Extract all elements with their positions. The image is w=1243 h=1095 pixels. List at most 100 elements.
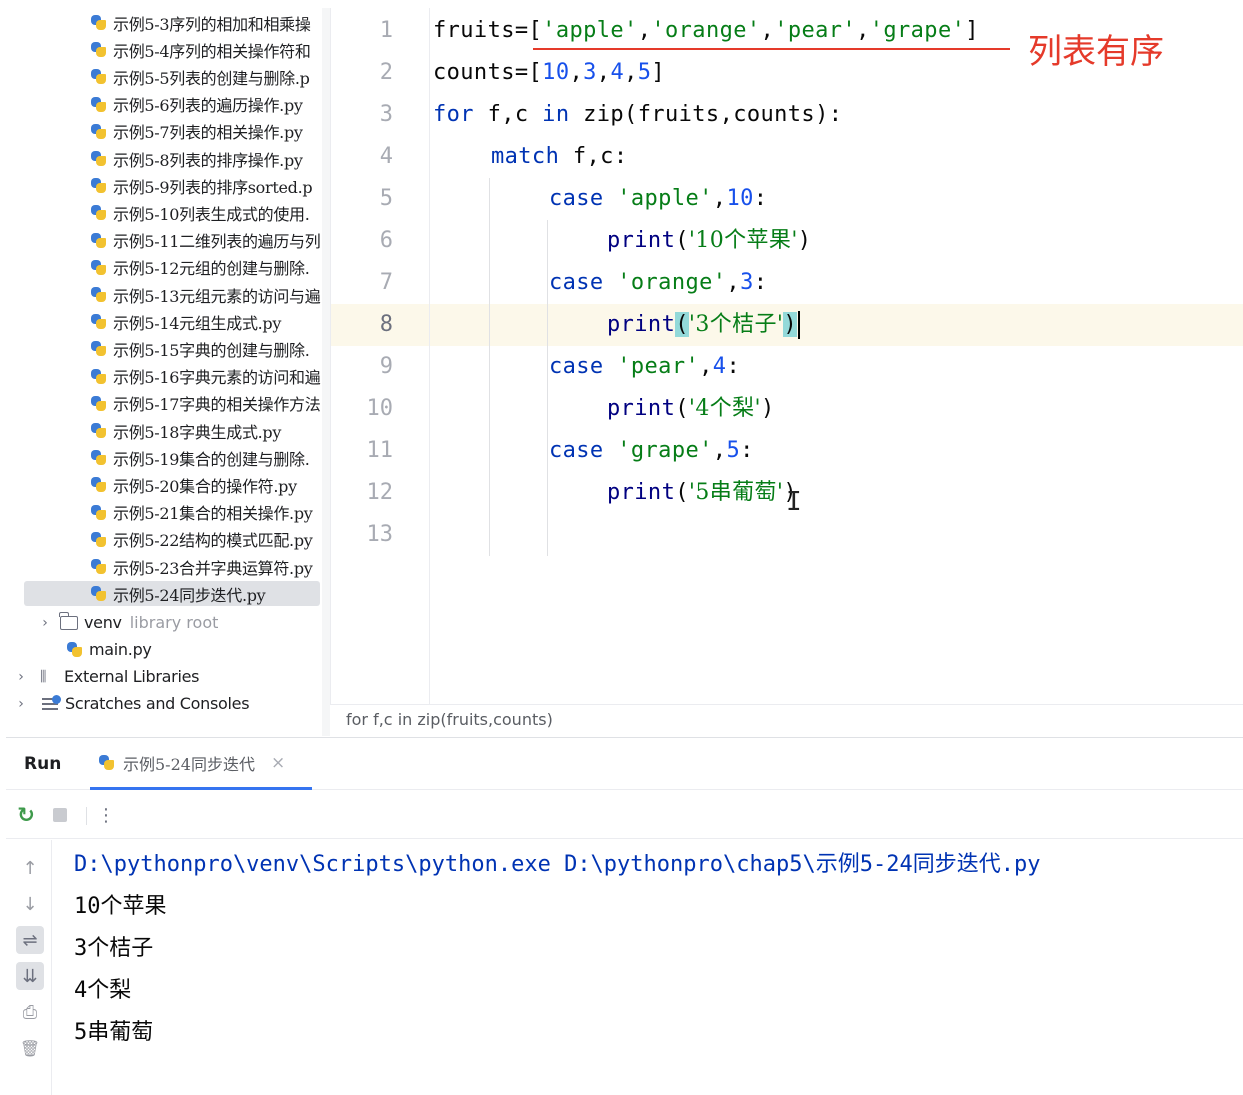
tree-item-venv[interactable]: › venv library root (6, 609, 330, 636)
file-label: 示例5-3序列的相加和相乘操 (113, 14, 311, 34)
tree-item-file[interactable]: 示例5-7列表的相关操作.py (6, 118, 330, 145)
toolbar-separator (86, 807, 87, 825)
stop-button[interactable] (48, 803, 72, 827)
run-tab[interactable]: 示例5-24同步迭代 × (90, 738, 312, 790)
tree-item-file[interactable]: 示例5-14元组生成式.py (6, 308, 330, 335)
tree-item-file[interactable]: 示例5-8列表的排序操作.py (6, 145, 330, 172)
code-line-12: print('5串葡萄') (607, 480, 798, 505)
print-icon[interactable]: ⎙ (16, 998, 44, 1026)
python-file-icon (90, 395, 107, 412)
matched-bracket-close: ) (783, 312, 798, 337)
file-label: 示例5-6列表的遍历操作.py (113, 96, 303, 116)
arrow-up-icon[interactable]: ↑ (16, 854, 44, 882)
python-file-icon (90, 68, 107, 85)
breadcrumb[interactable]: for f,c in zip(fruits,counts) (346, 710, 553, 729)
file-label: 示例5-24同步迭代.py (113, 585, 266, 605)
line-number: 9 (379, 354, 393, 379)
python-file-icon (90, 313, 107, 330)
text-cursor (798, 311, 801, 339)
run-title: Run (24, 754, 62, 774)
matched-bracket-open: ( (675, 312, 689, 337)
run-tool-window: Run 示例5-24同步迭代 × ↻ ⋮ ↑ ↓ ⇌ ⇊ ⎙ 🗑 D:\pyth… (6, 737, 1243, 1095)
file-label: 示例5-13元组元素的访问与遍 (113, 286, 321, 306)
console-output-line: 4个梨 (74, 978, 132, 1003)
tree-item-file[interactable]: 示例5-3序列的相加和相乘操 (6, 9, 330, 36)
line-number: 12 (366, 480, 394, 505)
scratches-label: Scratches and Consoles (65, 694, 250, 713)
file-label: 示例5-23合并字典运算符.py (113, 558, 313, 578)
python-file-icon (98, 754, 115, 771)
tree-item-file[interactable]: 示例5-10列表生成式的使用. (6, 199, 330, 226)
tree-item-file[interactable]: 示例5-16字典元素的访问和遍 (6, 363, 330, 390)
code-line-3: for f,c in zip(fruits,counts): (433, 102, 843, 127)
run-tab-bar: Run 示例5-24同步迭代 × (6, 738, 1243, 790)
code-line-5: case 'apple',10: (549, 186, 768, 211)
more-options-icon[interactable]: ⋮ (94, 803, 118, 827)
chevron-right-icon[interactable]: › (12, 669, 30, 685)
file-label: 示例5-10列表生成式的使用. (113, 204, 310, 224)
tree-item-file[interactable]: 示例5-22结构的模式匹配.py (6, 526, 330, 553)
console-output[interactable]: D:\pythonpro\venv\Scripts\python.exe D:\… (74, 844, 1243, 1095)
indent-guide (547, 220, 548, 556)
venv-label: venv (84, 613, 122, 632)
tree-item-file[interactable]: 示例5-6列表的遍历操作.py (6, 91, 330, 118)
line-number: 13 (366, 522, 394, 547)
tree-item-scratches[interactable]: › Scratches and Consoles (6, 690, 330, 717)
python-file-icon (66, 641, 83, 658)
tree-item-file[interactable]: 示例5-21集合的相关操作.py (6, 499, 330, 526)
python-file-icon (90, 558, 107, 575)
tree-item-file[interactable]: 示例5-12元组的创建与删除. (6, 254, 330, 281)
tree-scrollbar[interactable] (322, 8, 330, 736)
code-line-1: fruits=['apple','orange','pear','grape'] (433, 18, 979, 43)
folder-icon (59, 611, 78, 630)
python-file-icon (90, 449, 107, 466)
console-command-line: D:\pythonpro\venv\Scripts\python.exe D:\… (74, 852, 1041, 877)
tree-item-external-libraries[interactable]: › ⫼ External Libraries (6, 663, 330, 690)
tree-item-file[interactable]: 示例5-18字典生成式.py (6, 417, 330, 444)
python-file-icon (90, 204, 107, 221)
line-number: 6 (379, 228, 393, 253)
line-number: 4 (379, 144, 393, 169)
tree-item-file[interactable]: 示例5-9列表的排序sorted.p (6, 172, 330, 199)
tree-item-file[interactable]: 示例5-5列表的创建与删除.p (6, 63, 330, 90)
code-line-4: match f,c: (491, 144, 628, 169)
tree-item-file[interactable]: 示例5-13元组元素的访问与遍 (6, 281, 330, 308)
line-number: 7 (379, 270, 393, 295)
tree-item-file[interactable]: 示例5-24同步迭代.py (6, 580, 330, 607)
tree-item-file[interactable]: 示例5-4序列的相关操作符和 (6, 36, 330, 63)
tree-item-main[interactable]: main.py (6, 636, 330, 663)
file-label: 示例5-8列表的排序操作.py (113, 150, 303, 170)
line-number: 5 (379, 186, 393, 211)
code-line-7: case 'orange',3: (549, 270, 768, 295)
scroll-to-end-icon[interactable]: ⇊ (16, 962, 44, 990)
file-label: 示例5-19集合的创建与删除. (113, 449, 310, 469)
tree-item-file[interactable]: 示例5-20集合的操作符.py (6, 471, 330, 498)
trash-icon[interactable]: 🗑 (16, 1034, 44, 1062)
python-file-icon (90, 476, 107, 493)
chevron-right-icon[interactable]: › (36, 615, 54, 631)
python-file-icon (90, 504, 107, 521)
arrow-down-icon[interactable]: ↓ (16, 890, 44, 918)
tree-item-file[interactable]: 示例5-19集合的创建与删除. (6, 444, 330, 471)
code-editor[interactable]: 1 2 3 4 5 6 7 8 9 10 11 12 13 fruits=['apple','orang… (330, 8, 1243, 736)
file-label: 示例5-15字典的创建与删除. (113, 340, 310, 360)
close-icon[interactable]: × (271, 753, 285, 773)
chevron-right-icon[interactable]: › (12, 696, 30, 712)
file-label: 示例5-14元组生成式.py (113, 313, 282, 333)
line-number: 10 (366, 396, 394, 421)
python-file-icon (90, 340, 107, 357)
tree-item-file[interactable]: 示例5-15字典的创建与删除. (6, 335, 330, 362)
console-output-line: 3个桔子 (74, 936, 154, 961)
python-file-icon (90, 177, 107, 194)
tree-item-file[interactable]: 示例5-17字典的相关操作方法 (6, 390, 330, 417)
file-label: 示例5-17字典的相关操作方法 (113, 395, 321, 415)
file-label: 示例5-18字典生成式.py (113, 422, 282, 442)
line-number: 11 (366, 438, 394, 463)
python-file-icon (90, 41, 107, 58)
tree-item-file[interactable]: 示例5-23合并字典运算符.py (6, 553, 330, 580)
python-file-icon (90, 422, 107, 439)
python-file-icon (90, 286, 107, 303)
soft-wrap-icon[interactable]: ⇌ (16, 926, 44, 954)
rerun-icon[interactable]: ↻ (14, 803, 38, 827)
tree-item-file[interactable]: 示例5-11二维列表的遍历与列 (6, 227, 330, 254)
